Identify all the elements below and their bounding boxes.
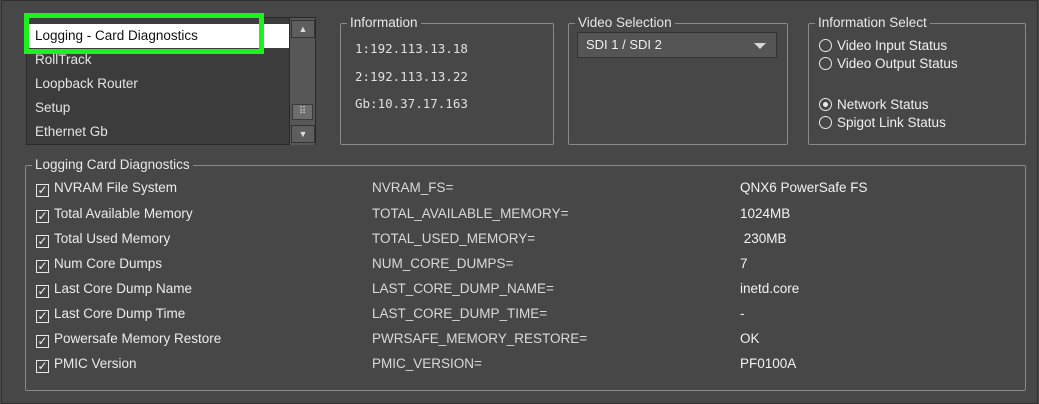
diag-key: PWRSAFE_MEMORY_RESTORE=: [372, 331, 588, 346]
diag-row-pmic-version: ✓ PMIC Version PMIC_VERSION= PF0100A: [36, 354, 1026, 374]
scroll-up-button[interactable]: ▲: [291, 20, 315, 38]
radio-label: Network Status: [837, 97, 929, 112]
information-select-group: Information Select Video Input Status Vi…: [808, 15, 1026, 145]
diag-value: 7: [740, 256, 748, 271]
checkbox-checked-icon[interactable]: ✓: [36, 285, 49, 298]
diag-value: OK: [740, 331, 760, 346]
diag-row-nvram-fs: ✓ NVRAM File System NVRAM_FS= QNX6 PowerS…: [36, 178, 1026, 198]
radio-checked-icon[interactable]: [819, 98, 832, 111]
diag-value: 230MB: [740, 231, 787, 246]
video-selection-value: SDI 1 / SDI 2: [586, 37, 662, 52]
info-line-2: 2:192.113.13.22: [355, 69, 468, 84]
diag-key: LAST_CORE_DUMP_TIME=: [372, 306, 548, 321]
diag-row-total-used-memory: ✓ Total Used Memory TOTAL_USED_MEMORY= 23…: [36, 229, 1026, 249]
radio-label: Spigot Link Status: [837, 115, 946, 130]
diag-key: TOTAL_AVAILABLE_MEMORY=: [372, 206, 569, 221]
diag-value: QNX6 PowerSafe FS: [740, 180, 868, 195]
diag-label: Total Available Memory: [54, 206, 193, 221]
diag-label: Last Core Dump Time: [54, 306, 186, 321]
radio-icon[interactable]: [819, 116, 832, 129]
checkbox-checked-icon[interactable]: ✓: [36, 260, 49, 273]
checkbox-checked-icon[interactable]: ✓: [36, 210, 49, 223]
diag-value: PF0100A: [740, 356, 797, 371]
info-line-gb: Gb:10.37.17.163: [355, 96, 468, 111]
diag-value: -: [740, 306, 745, 321]
diag-label: Num Core Dumps: [54, 256, 163, 271]
diag-key: LAST_CORE_DUMP_NAME=: [372, 281, 554, 296]
radio-video-input-status[interactable]: Video Input Status: [819, 37, 947, 55]
diag-row-last-core-dump-name: ✓ Last Core Dump Name LAST_CORE_DUMP_NAME…: [36, 279, 1026, 299]
main-panel: Logging - Card Diagnostics RollTrack Loo…: [1, 0, 1038, 404]
diagnostics-legend: Logging Card Diagnostics: [32, 157, 193, 173]
diag-label: Powersafe Memory Restore: [54, 331, 222, 346]
radio-video-output-status[interactable]: Video Output Status: [819, 55, 958, 73]
checkbox-checked-icon[interactable]: ✓: [36, 184, 49, 197]
menu-scrollbar[interactable]: ▲ ⠿ ▼: [289, 18, 315, 145]
diagnostics-group: Logging Card Diagnostics ✓ NVRAM File Sys…: [25, 157, 1026, 391]
diag-value: 1024MB: [740, 206, 791, 221]
radio-label: Video Output Status: [837, 56, 958, 71]
diag-label: NVRAM File System: [54, 180, 178, 195]
diag-key: PMIC_VERSION=: [372, 356, 482, 371]
scroll-thumb-grip-icon[interactable]: ⠿: [292, 104, 313, 120]
menu-item-logging-card-diagnostics[interactable]: Logging - Card Diagnostics: [27, 24, 292, 48]
radio-icon[interactable]: [819, 39, 832, 52]
menu-item-ethernet-gb[interactable]: Ethernet Gb: [27, 120, 292, 144]
chevron-down-icon[interactable]: [754, 43, 766, 49]
video-selection-group: Video Selection SDI 1 / SDI 2: [568, 15, 788, 145]
diag-row-powersafe-memory-restore: ✓ Powersafe Memory Restore PWRSAFE_MEMORY…: [36, 329, 1026, 349]
diag-key: NUM_CORE_DUMPS=: [372, 256, 514, 271]
radio-spigot-link-status[interactable]: Spigot Link Status: [819, 114, 946, 132]
diag-label: Last Core Dump Name: [54, 281, 193, 296]
radio-label: Video Input Status: [837, 38, 948, 53]
checkbox-checked-icon[interactable]: ✓: [36, 235, 49, 248]
diag-key: NVRAM_FS=: [372, 180, 454, 195]
information-select-legend: Information Select: [815, 15, 930, 31]
video-selection-legend: Video Selection: [575, 15, 675, 31]
radio-network-status[interactable]: Network Status: [819, 96, 929, 114]
menu-list[interactable]: Logging - Card Diagnostics RollTrack Loo…: [26, 17, 316, 145]
video-selection-dropdown[interactable]: SDI 1 / SDI 2: [577, 32, 777, 58]
diag-row-num-core-dumps: ✓ Num Core Dumps NUM_CORE_DUMPS= 7: [36, 254, 1026, 274]
checkbox-checked-icon[interactable]: ✓: [36, 310, 49, 323]
diag-row-total-available-memory: ✓ Total Available Memory TOTAL_AVAILABLE_…: [36, 204, 1026, 224]
menu-item-setup[interactable]: Setup: [27, 96, 292, 120]
info-line-1: 1:192.113.13.18: [355, 41, 468, 56]
radio-icon[interactable]: [819, 57, 832, 70]
checkbox-checked-icon[interactable]: ✓: [36, 335, 49, 348]
menu-item-rolltrack[interactable]: RollTrack: [27, 48, 292, 72]
diag-label: Total Used Memory: [54, 231, 171, 246]
diag-key: TOTAL_USED_MEMORY=: [372, 231, 536, 246]
information-group: Information 1:192.113.13.18 2:192.113.13…: [340, 15, 554, 145]
scroll-down-button[interactable]: ▼: [291, 125, 315, 143]
checkbox-checked-icon[interactable]: ✓: [36, 360, 49, 373]
information-legend: Information: [347, 15, 421, 31]
diag-label: PMIC Version: [54, 356, 137, 371]
diag-row-last-core-dump-time: ✓ Last Core Dump Time LAST_CORE_DUMP_TIME…: [36, 304, 1026, 324]
diag-value: inetd.core: [740, 281, 800, 296]
menu-item-loopback-router[interactable]: Loopback Router: [27, 72, 292, 96]
